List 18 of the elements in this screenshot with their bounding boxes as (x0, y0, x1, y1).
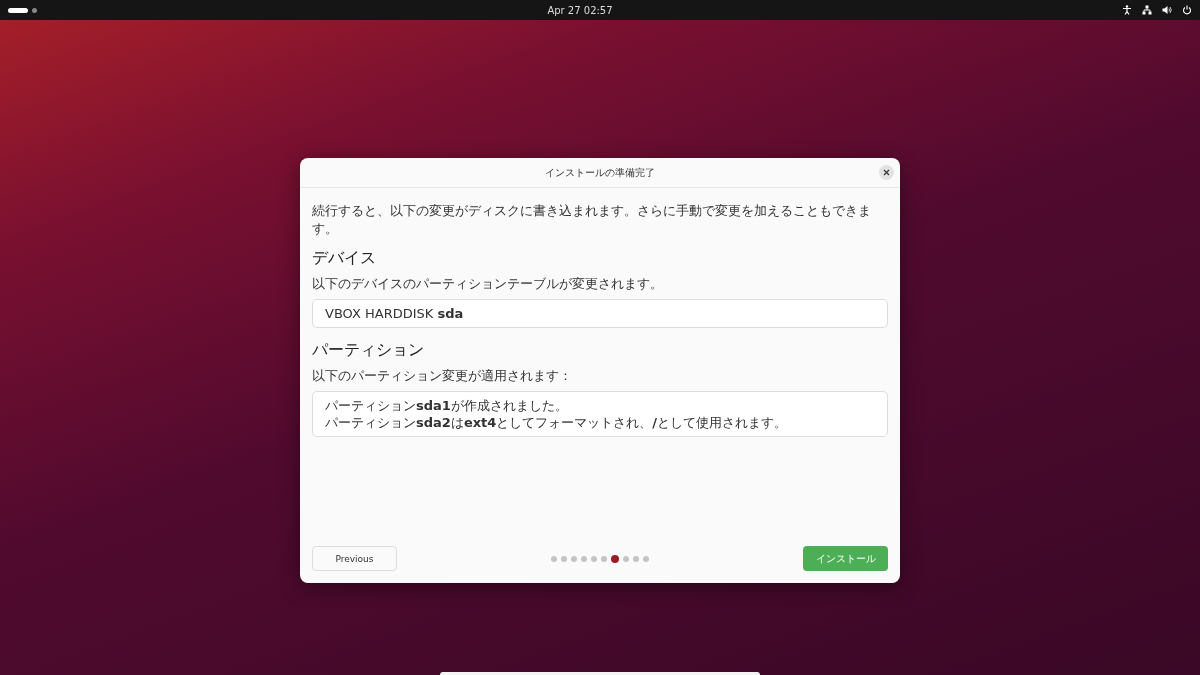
summary-line: パーティションsda2はext4としてフォーマットされ、/として使用されます。 (325, 414, 789, 431)
power-icon[interactable] (1182, 5, 1192, 15)
previous-button[interactable]: Previous (312, 546, 397, 571)
network-icon[interactable] (1142, 5, 1152, 15)
section-description: 以下のデバイスのパーティションテーブルが変更されます。 (312, 275, 664, 293)
summary-line: パーティションsda1が作成されました。 (325, 397, 569, 414)
volume-icon[interactable] (1162, 5, 1172, 15)
clock[interactable]: Apr 27 02:57 (547, 4, 613, 16)
close-button[interactable] (879, 165, 894, 180)
dialog-title: インストールの準備完了 (545, 165, 655, 180)
section-description: 以下のパーティション変更が適用されます： (312, 367, 573, 385)
section-heading: パーティション (312, 340, 425, 361)
intro-text: 続行すると、以下の変更がディスクに書き込まれます。さらに手動で変更を加えることもできます。 (312, 202, 872, 238)
section-heading: デバイス (312, 248, 377, 269)
workspace-indicator[interactable] (8, 7, 28, 13)
close-icon (883, 169, 890, 176)
summary-line: VBOX HARDDISK sda (325, 305, 465, 322)
accessibility-icon[interactable] (1122, 5, 1132, 15)
